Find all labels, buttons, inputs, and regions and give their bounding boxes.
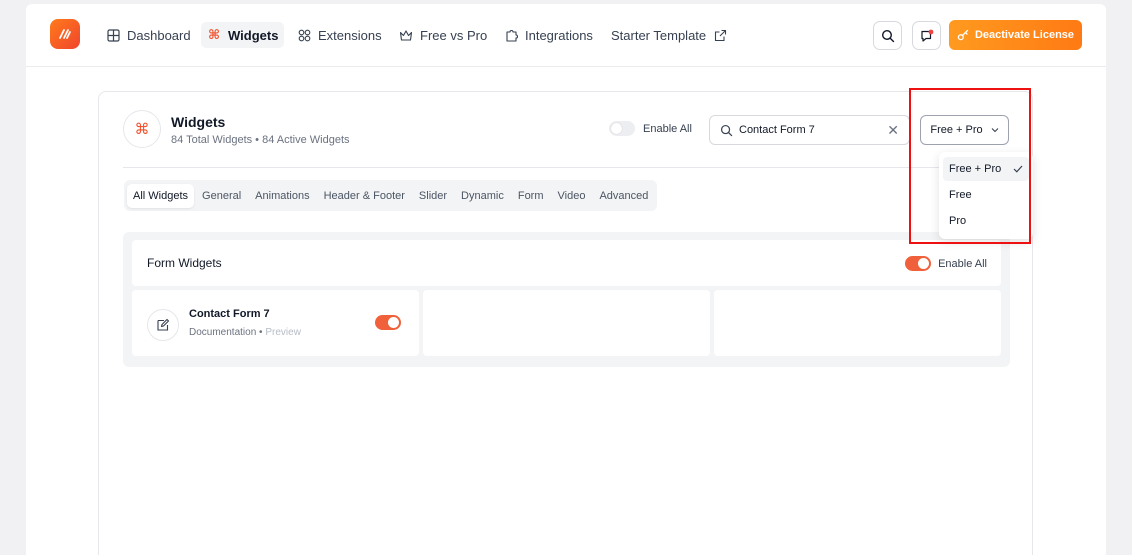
enable-all-global: Enable All [609, 121, 692, 136]
widgets-title: Widgets [171, 114, 226, 130]
enable-all-label: Enable All [643, 122, 692, 135]
documentation-link[interactable]: Documentation [189, 327, 256, 338]
nav-extensions-label: Extensions [318, 27, 382, 43]
search-icon [720, 124, 733, 136]
search-button[interactable] [873, 21, 902, 50]
option-free[interactable]: Free [943, 183, 1029, 207]
tab-all-widgets[interactable]: All Widgets [127, 183, 195, 208]
nav-starter-template-label: Starter Template [611, 27, 707, 43]
search-value: Contact Form 7 [739, 124, 815, 136]
command-icon: ⌘ [207, 27, 221, 42]
preview-link[interactable]: Preview [265, 327, 301, 338]
widget-search-input[interactable]: Contact Form 7 ✕ [709, 115, 910, 145]
key-icon [957, 29, 969, 41]
nav-widgets[interactable]: ⌘ Widgets [201, 22, 285, 48]
logo-mark-icon [59, 29, 71, 39]
extensions-icon [297, 28, 311, 42]
option-pro-label: Pro [949, 215, 967, 227]
grid-icon [106, 28, 120, 42]
section-enable-all-toggle[interactable] [905, 256, 932, 271]
section-enable-all: Enable All [905, 256, 987, 271]
tab-video[interactable]: Video [552, 184, 592, 208]
brand-logo[interactable] [50, 19, 80, 49]
tab-header-footer[interactable]: Header & Footer [318, 184, 411, 208]
deactivate-license-label: Deactivate License [974, 29, 1075, 41]
nav-integrations-label: Integrations [525, 27, 593, 43]
widgets-command-icon: ⌘ [123, 110, 161, 148]
option-free-pro-label: Free + Pro [949, 163, 1002, 175]
widget-card-contact-form-7: Contact Form 7 Documentation • Preview [132, 290, 419, 356]
plan-filter-value: Free + Pro [930, 124, 983, 136]
option-pro[interactable]: Pro [943, 209, 1029, 233]
plan-filter-select[interactable]: Free + Pro [920, 115, 1009, 145]
edit-form-icon [147, 309, 179, 341]
tab-general[interactable]: General [196, 184, 247, 208]
crown-icon [399, 28, 413, 42]
nav-free-vs-pro-label: Free vs Pro [420, 27, 488, 43]
widget-meta: Documentation • Preview [189, 327, 301, 338]
nav-extensions[interactable]: Extensions [291, 22, 388, 48]
tab-slider[interactable]: Slider [413, 184, 453, 208]
puzzle-icon [504, 28, 518, 42]
header-divider [123, 167, 1013, 168]
category-tabs: All Widgets General Animations Header & … [124, 180, 658, 211]
plan-filter-dropdown: Free + Pro Free Pro [939, 152, 1033, 239]
widgets-card: ⌘ Widgets 84 Total Widgets • 84 Active W… [98, 91, 1033, 555]
section-title: Form Widgets [147, 256, 222, 270]
enable-all-toggle[interactable] [609, 121, 635, 136]
external-link-icon [713, 28, 727, 42]
nav-integrations[interactable]: Integrations [498, 22, 599, 48]
tab-dynamic[interactable]: Dynamic [455, 184, 510, 208]
section-header: Form Widgets Enable All [132, 240, 1001, 286]
nav-widgets-label: Widgets [228, 27, 279, 43]
notifications-button[interactable] [912, 21, 941, 50]
chevron-down-icon [991, 128, 999, 133]
meta-separator: • [259, 327, 263, 338]
notification-icon [920, 29, 933, 42]
section-enable-all-label: Enable All [938, 257, 987, 270]
top-nav: Dashboard ⌘ Widgets Extensions Free vs P… [26, 4, 1106, 67]
tab-advanced[interactable]: Advanced [593, 184, 654, 208]
app-page: Dashboard ⌘ Widgets Extensions Free vs P… [26, 4, 1106, 555]
widget-toggle[interactable] [375, 315, 401, 330]
nav-dashboard-label: Dashboard [127, 27, 191, 43]
widget-card-empty [714, 290, 1001, 356]
option-free-pro[interactable]: Free + Pro [943, 157, 1029, 181]
widgets-count-subtitle: 84 Total Widgets • 84 Active Widgets [171, 134, 350, 146]
nav-starter-template[interactable]: Starter Template [605, 22, 733, 48]
option-free-label: Free [949, 189, 972, 201]
deactivate-license-button[interactable]: Deactivate License [949, 20, 1082, 50]
clear-search-icon[interactable]: ✕ [887, 122, 899, 139]
check-icon [1013, 165, 1023, 173]
widget-name: Contact Form 7 [189, 308, 270, 320]
nav-dashboard[interactable]: Dashboard [100, 22, 197, 48]
tab-form[interactable]: Form [512, 184, 550, 208]
search-icon [881, 29, 894, 42]
widget-card-empty [423, 290, 710, 356]
nav-free-vs-pro[interactable]: Free vs Pro [393, 22, 493, 48]
form-widgets-section: Form Widgets Enable All Contact Form 7 D… [123, 232, 1010, 367]
tab-animations[interactable]: Animations [249, 184, 315, 208]
